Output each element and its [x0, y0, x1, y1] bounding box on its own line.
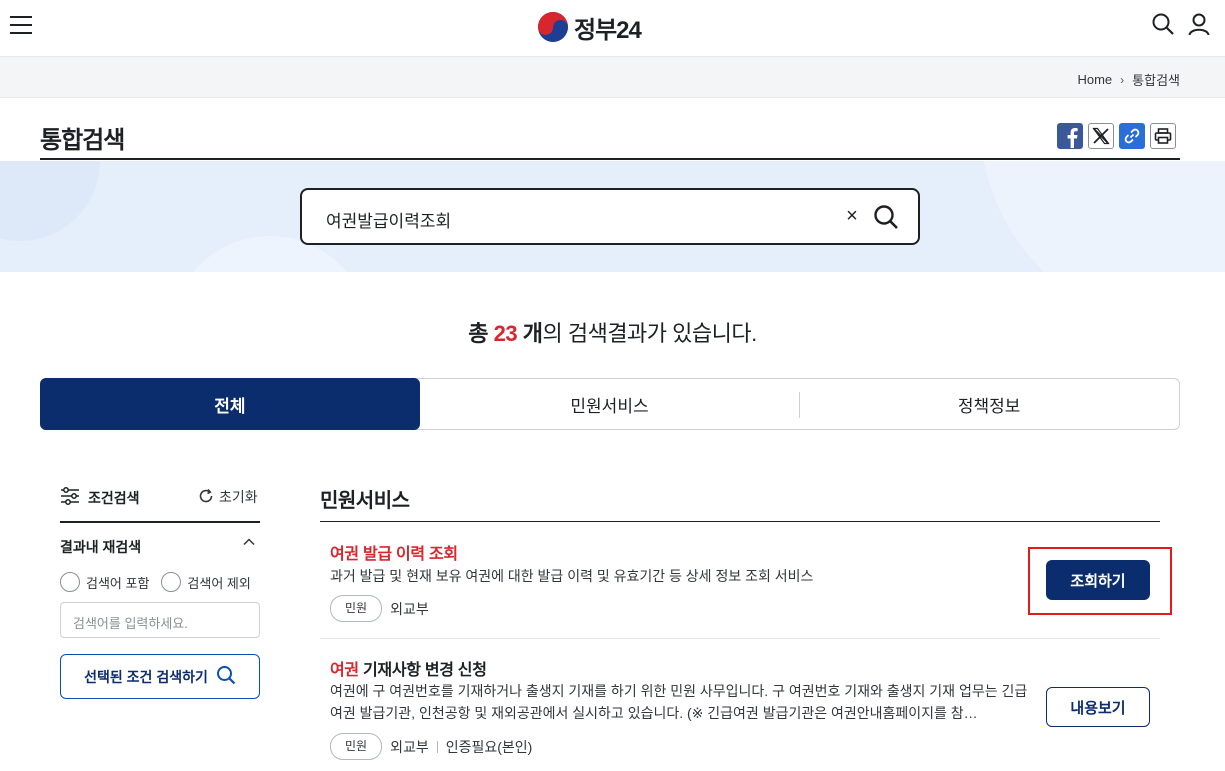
refine-options: 검색어 포함 검색어 제외	[60, 572, 251, 592]
category-tag: 민원	[330, 595, 383, 622]
top-header: 정부24	[0, 0, 1225, 57]
highlight-box	[1028, 547, 1172, 615]
facebook-icon[interactable]	[1057, 123, 1083, 149]
search-icon	[216, 665, 236, 688]
view-details-button[interactable]: 내용보기	[1046, 687, 1150, 727]
x-icon[interactable]	[1088, 123, 1114, 149]
summary-suffix: 의 검색결과가 있습니다.	[542, 321, 757, 346]
breadcrumb: Home › 통합검색	[1077, 70, 1180, 89]
meta-divider	[436, 740, 438, 753]
filter-title-label: 조건검색	[88, 489, 140, 506]
results-count: 23	[493, 321, 518, 346]
refresh-icon	[198, 488, 214, 507]
reset-button[interactable]: 초기화	[198, 487, 258, 507]
summary-unit: 개	[522, 321, 543, 346]
summary-prefix: 총	[468, 321, 488, 346]
user-icon[interactable]	[1187, 12, 1211, 36]
breadcrumb-home[interactable]: Home	[1077, 72, 1112, 87]
site-logo[interactable]: 정부24	[538, 11, 642, 44]
include-label: 검색어 포함	[86, 575, 150, 591]
chevron-right-icon: ›	[1120, 72, 1125, 87]
chevron-up-icon[interactable]	[242, 535, 256, 552]
category-tag: 민원	[330, 733, 383, 760]
taegeuk-logo-icon	[538, 12, 568, 42]
search-box[interactable]: 여권발급이력조회 ×	[300, 188, 920, 245]
refine-title: 결과내 재검색	[60, 539, 142, 555]
result-description: 여권에 구 여권번호를 기재하거나 출생지 기재를 하기 위한 민원 사무입니다…	[330, 683, 1028, 721]
filter-header: 조건검색 초기화	[60, 487, 260, 509]
section-title: 민원서비스	[320, 490, 410, 512]
result-item: 여권 발급 이력 조회 과거 발급 및 현재 보유 여권에 대한 발급 이력 및…	[320, 522, 1172, 639]
title-rest: 기재사항 변경 신청	[358, 662, 487, 679]
title-highlight: 여권	[330, 662, 359, 679]
filter-divider	[60, 521, 260, 523]
share-buttons	[1057, 123, 1176, 149]
search-icon[interactable]	[1151, 12, 1175, 36]
search-submit-icon[interactable]	[872, 203, 900, 231]
radio-circle[interactable]	[60, 572, 80, 592]
apply-filter-label: 선택된 조건 검색하기	[84, 668, 208, 685]
hamburger-menu-icon[interactable]	[10, 16, 32, 36]
sliders-icon	[60, 487, 80, 508]
tab-civil-services[interactable]: 민원서비스	[420, 379, 800, 429]
page-title: 통합검색	[40, 127, 125, 154]
search-input[interactable]: 여권발급이력조회	[326, 207, 451, 232]
logo-text: 정부24	[574, 16, 642, 44]
breadcrumb-current: 통합검색	[1132, 73, 1180, 88]
title-divider	[40, 158, 1180, 160]
refine-header: 결과내 재검색	[60, 537, 260, 555]
tab-all[interactable]: 전체	[40, 378, 420, 430]
result-description: 과거 발급 및 현재 보유 여권에 대한 발급 이력 및 유효기간 등 상세 정…	[330, 568, 814, 584]
include-radio[interactable]: 검색어 포함	[60, 572, 149, 592]
agency-name: 외교부	[390, 600, 429, 617]
results-summary: 총 23 개의 검색결과가 있습니다.	[0, 316, 1225, 348]
refine-search-input[interactable]: 검색어를 입력하세요.	[60, 602, 260, 638]
print-icon[interactable]	[1150, 123, 1176, 149]
result-title[interactable]: 여권 기재사항 변경 신청	[330, 656, 487, 680]
result-meta: 민원 외교부 인증필요(본인)	[330, 733, 532, 760]
tab-policy-info[interactable]: 정책정보	[799, 379, 1179, 429]
breadcrumb-bar: Home › 통합검색	[0, 57, 1225, 98]
result-meta: 민원 외교부	[330, 595, 429, 622]
result-tabs: 전체 민원서비스 정책정보	[40, 378, 1180, 430]
apply-filter-button[interactable]: 선택된 조건 검색하기	[60, 654, 260, 699]
link-icon[interactable]	[1119, 123, 1145, 149]
result-item: 여권 기재사항 변경 신청 여권에 구 여권번호를 기재하거나 출생지 기재를 …	[320, 640, 1160, 771]
exclude-label: 검색어 제외	[187, 575, 251, 591]
auth-required: 인증필요(본인)	[445, 738, 533, 755]
clear-search-icon[interactable]: ×	[842, 205, 862, 227]
radio-circle[interactable]	[161, 572, 182, 592]
agency-name: 외교부	[390, 738, 429, 755]
result-title[interactable]: 여권 발급 이력 조회	[330, 540, 458, 564]
reset-label: 초기화	[219, 489, 258, 505]
filter-title: 조건검색	[60, 487, 140, 508]
exclude-radio[interactable]: 검색어 제외	[161, 572, 251, 592]
